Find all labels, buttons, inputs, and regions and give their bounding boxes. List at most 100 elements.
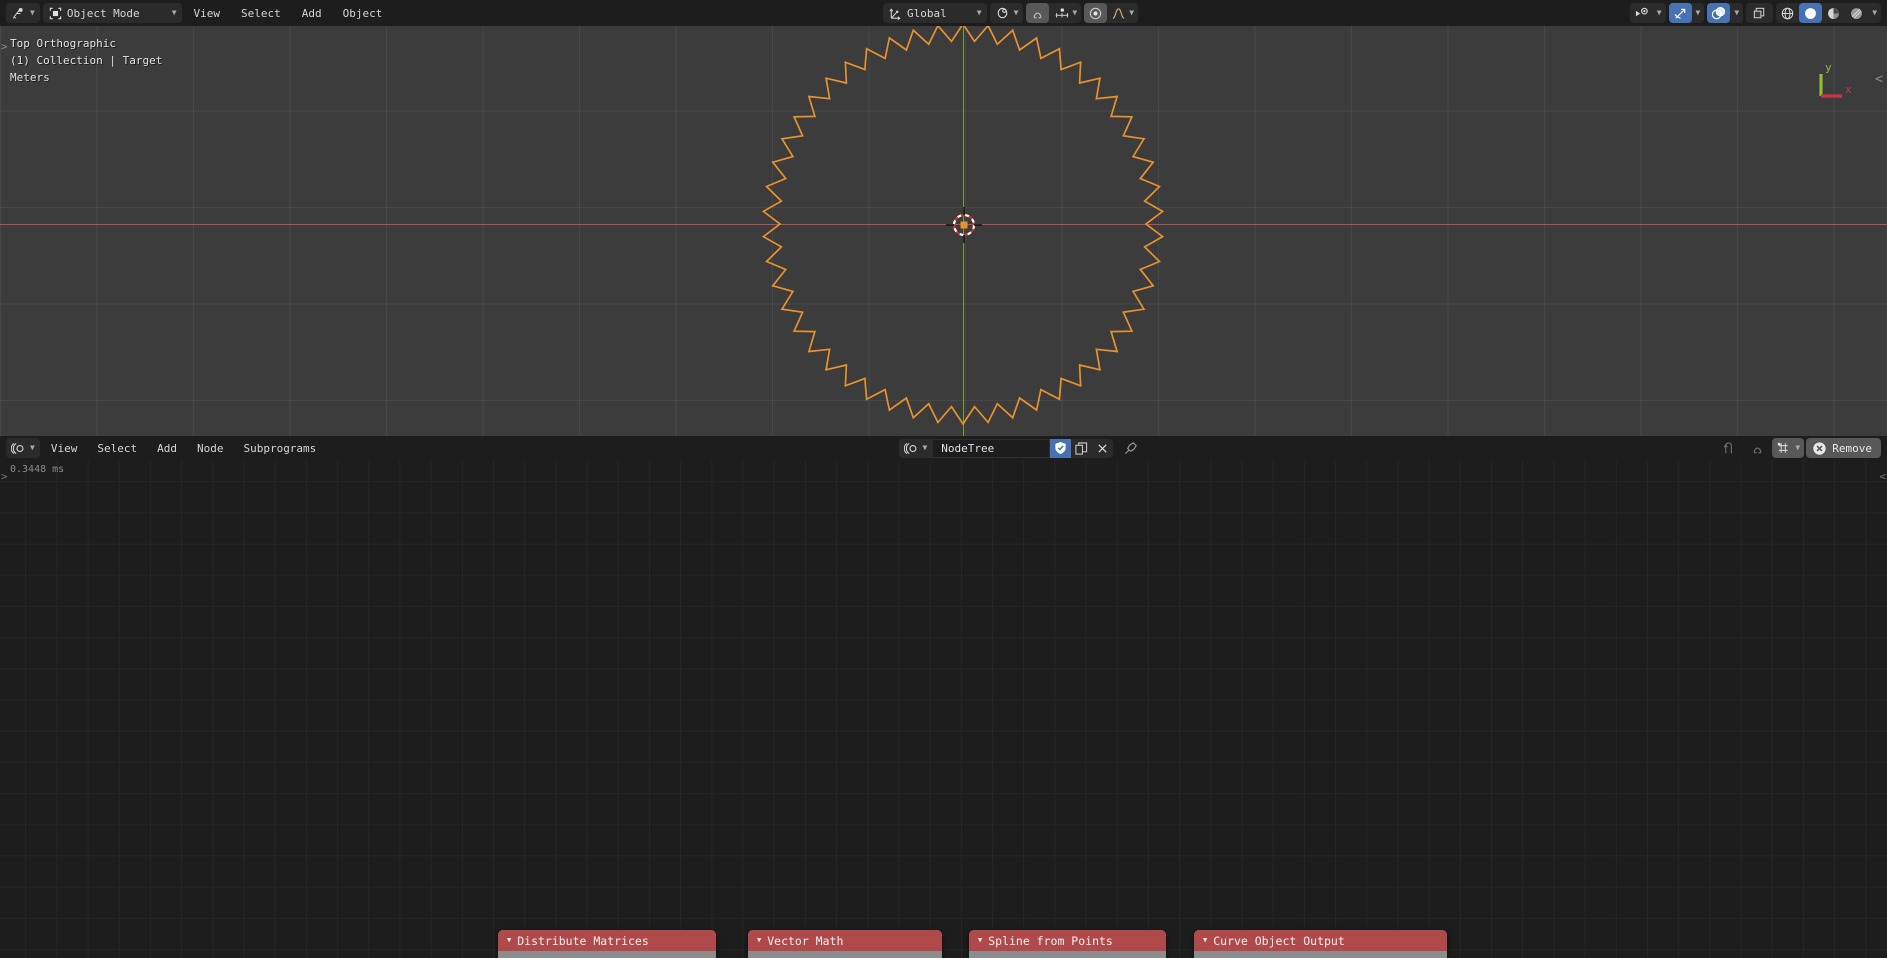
node-snap-element-group: ▼ [1772, 438, 1805, 458]
viewport-sidebar-arrow[interactable]: > [1, 40, 8, 53]
orientation-axis-icon [888, 6, 903, 21]
fake-user-button[interactable] [1050, 438, 1072, 458]
snap-mode-selector[interactable]: ▼ [1049, 3, 1081, 23]
object-visibility-button[interactable] [1630, 3, 1653, 23]
new-nodetree-button[interactable] [1071, 438, 1093, 458]
node-canvas-grid [0, 460, 1887, 958]
node-menu-view[interactable]: View [42, 442, 87, 455]
node-title: Distribute Matrices [517, 933, 649, 948]
shading-solid-button[interactable] [1799, 3, 1823, 23]
wireframe-shading-icon [1780, 6, 1795, 21]
node-snap-toggle[interactable] [1744, 441, 1770, 456]
falloff-selector[interactable]: ▼ [1107, 3, 1138, 23]
pin-icon [1125, 442, 1138, 454]
shading-wireframe-button[interactable] [1776, 3, 1799, 23]
object-mode-icon [48, 6, 63, 21]
node-header[interactable]: ▼ Spline from Points [969, 930, 1166, 951]
node-tree-icon [904, 441, 919, 456]
xray-toggle-icon [1752, 6, 1767, 21]
node-vector-math[interactable]: ▼ Vector Math Results Scale ▼ A [748, 930, 942, 958]
proportional-edit-toggle[interactable] [1084, 3, 1108, 23]
gizmo-toggle[interactable] [1668, 3, 1692, 23]
collapse-triangle-icon[interactable]: ▼ [507, 937, 511, 944]
node-editor-type-button[interactable]: ▼ [6, 438, 40, 458]
menu-select[interactable]: Select [232, 7, 290, 20]
node-curve-object-output[interactable]: ▼ Curve Object Output Object [1194, 930, 1447, 958]
node-editor-canvas[interactable]: 0.3448 ms > < ▼ Distribute Matrices ▼ Ve… [0, 460, 1887, 958]
chevron-down-icon: ▼ [1872, 8, 1878, 17]
collapse-triangle-icon[interactable]: ▼ [757, 937, 761, 944]
new-copy-icon [1075, 441, 1088, 455]
node-snap-element-selector[interactable]: ▼ [1772, 438, 1805, 458]
node-header[interactable]: ▼ Vector Math [748, 930, 942, 951]
navigation-gizmo[interactable]: y x [1809, 54, 1865, 110]
node-body: Object Target ✕ [1194, 951, 1447, 958]
viewport-grid [0, 26, 1887, 436]
editor-type-button[interactable]: ▼ [6, 3, 40, 23]
shading-rendered-button[interactable] [1845, 3, 1868, 23]
node-title: Curve Object Output [1213, 933, 1345, 948]
overlays-toggle[interactable] [1707, 3, 1731, 23]
chevron-down-icon: ▼ [922, 443, 928, 452]
collapse-triangle-icon[interactable]: ▼ [1203, 937, 1207, 944]
nodetree-browse-button[interactable]: ▼ [899, 438, 933, 458]
unlink-nodetree-button[interactable] [1092, 438, 1114, 458]
visibility-group: ▼ [1629, 3, 1666, 23]
collapse-triangle-icon[interactable]: ▼ [978, 937, 982, 944]
snap-increment-icon [1053, 6, 1069, 21]
orientation-label: Global [907, 6, 947, 20]
gizmo-dropdown[interactable]: ▼ [1692, 3, 1705, 23]
node-distribute-matrices[interactable]: ▼ Distribute Matrices Matrices Vectors C… [498, 930, 716, 958]
transform-orientation-selector[interactable]: Global ▼ [883, 3, 987, 23]
go-to-parent-icon [1723, 441, 1732, 453]
remove-button[interactable]: Remove [1806, 438, 1881, 458]
node-sidebar-right-arrow[interactable]: < [1879, 470, 1886, 483]
overlays-dropdown[interactable]: ▼ [1730, 3, 1743, 23]
node-spline-from-points[interactable]: ▼ Spline from Points Spline [969, 930, 1166, 958]
chevron-down-icon: ▼ [1656, 8, 1662, 17]
material-shading-icon [1826, 6, 1841, 21]
chevron-down-icon: ▼ [171, 8, 177, 17]
menu-add[interactable]: Add [293, 7, 331, 20]
rendered-shading-icon [1849, 6, 1864, 21]
nodetree-name-field[interactable]: NodeTree [932, 438, 1051, 458]
object-mode-selector[interactable]: Object Mode ▼ [42, 3, 182, 23]
remove-x-circle-icon [1813, 441, 1826, 455]
node-menu-select[interactable]: Select [88, 442, 146, 455]
node-header[interactable]: ▼ Curve Object Output [1194, 930, 1447, 951]
overlays-group: ▼ [1707, 3, 1744, 23]
chevron-down-icon: ▼ [1129, 8, 1135, 17]
visibility-dropdown[interactable]: ▼ [1653, 3, 1666, 23]
xray-toggle[interactable] [1746, 3, 1774, 23]
snap-target-selector[interactable]: ▼ [989, 3, 1024, 23]
viewport-units: Meters [10, 71, 50, 84]
menu-object[interactable]: Object [334, 7, 392, 20]
shading-dropdown[interactable]: ▼ [1868, 3, 1881, 23]
blender-window: ▼ Object Mode ▼ View Select Add Object G… [0, 0, 1887, 958]
node-body: Results Scale ▼ A Factor [748, 951, 942, 958]
node-menu-add[interactable]: Add [148, 442, 186, 455]
node-menu-node[interactable]: Node [188, 442, 233, 455]
menu-view[interactable]: View [185, 7, 230, 20]
go-to-parent-button[interactable] [1716, 441, 1742, 456]
shading-material-button[interactable] [1822, 3, 1845, 23]
viewport-toolbar-arrow[interactable]: < [1875, 72, 1883, 87]
node-header[interactable]: ▼ Distribute Matrices [498, 930, 716, 951]
snap-toggle[interactable] [1026, 3, 1050, 23]
shading-group: ▼ [1776, 3, 1882, 23]
node-menu-subprograms[interactable]: Subprograms [234, 442, 325, 455]
remove-label: Remove [1832, 441, 1872, 455]
3d-viewport[interactable]: > < Top Orthographic (1) Collection | Ta… [0, 26, 1887, 436]
object-mode-label: Object Mode [66, 6, 140, 20]
overlays-sphere-icon [1711, 6, 1726, 21]
viewport-collection: (1) Collection | Target [10, 54, 163, 67]
falloff-curve-icon [1111, 6, 1126, 21]
node-sidebar-left-arrow[interactable]: > [1, 470, 8, 483]
unlink-x-icon [1098, 443, 1107, 453]
x-axis-line [0, 224, 1887, 225]
chevron-down-icon: ▼ [1013, 8, 1019, 17]
pin-button[interactable] [1120, 441, 1142, 455]
chevron-down-icon: ▼ [30, 8, 35, 17]
snap-node-element-icon [1778, 442, 1789, 453]
chevron-down-icon: ▼ [1734, 8, 1740, 17]
